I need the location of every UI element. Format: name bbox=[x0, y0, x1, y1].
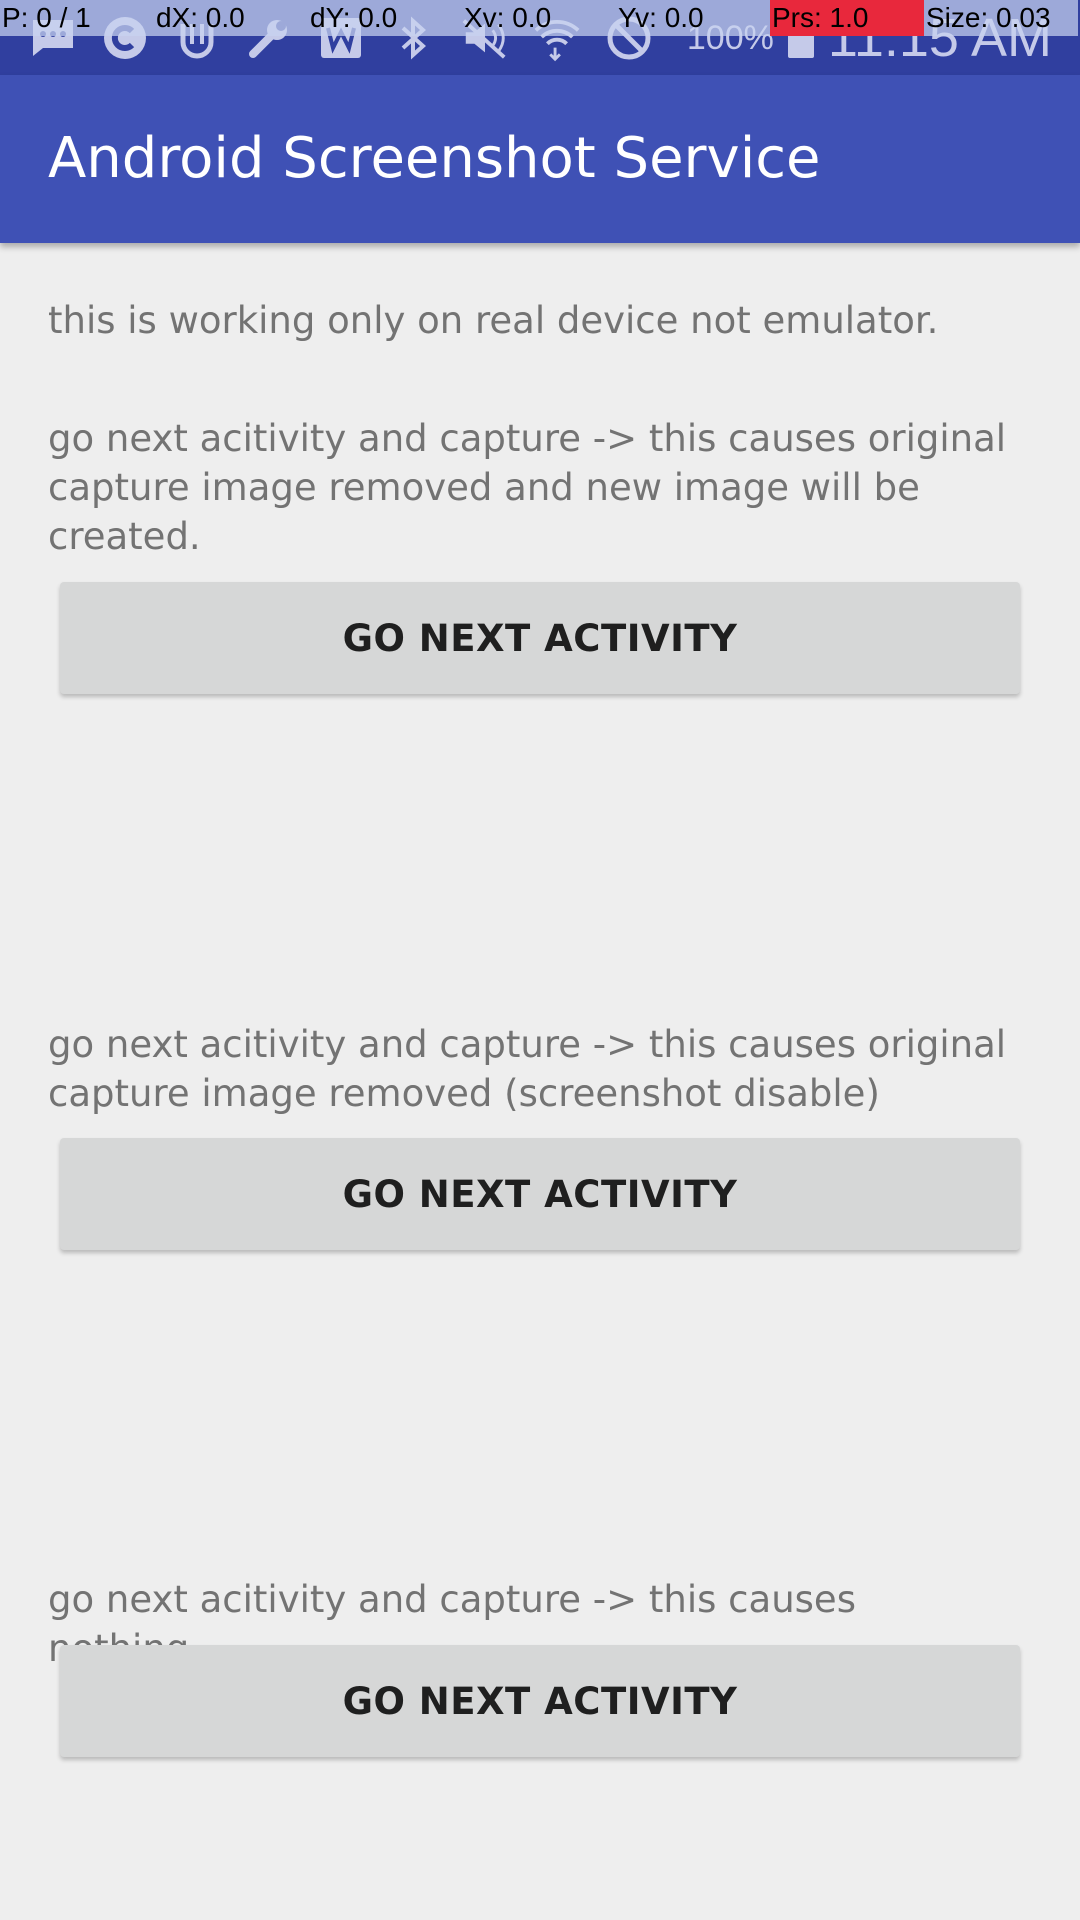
app-title: Android Screenshot Service bbox=[48, 126, 821, 191]
section2-description: go next acitivity and capture -> this ca… bbox=[48, 1023, 1007, 1115]
pointer-pressure: Prs: 1.0 bbox=[770, 0, 924, 36]
pointer-size: Size: 0.03 bbox=[924, 0, 1078, 36]
go-next-activity-button-2[interactable]: GO NEXT ACTIVITY bbox=[60, 1138, 1020, 1250]
go-next-activity-button-1[interactable]: GO NEXT ACTIVITY bbox=[60, 582, 1020, 694]
pointer-count: P: 0 / 1 bbox=[0, 0, 154, 36]
intro-text: this is working only on real device not … bbox=[48, 299, 939, 342]
pointer-location-overlay: P: 0 / 1 dX: 0.0 dY: 0.0 Xv: 0.0 Yv: 0.0… bbox=[0, 0, 1080, 36]
pointer-xv: Xv: 0.0 bbox=[462, 0, 616, 36]
go-next-activity-button-3[interactable]: GO NEXT ACTIVITY bbox=[60, 1645, 1020, 1757]
section1-description: go next acitivity and capture -> this ca… bbox=[48, 417, 1007, 558]
pointer-yv: Yv: 0.0 bbox=[616, 0, 770, 36]
app-bar: Android Screenshot Service bbox=[0, 75, 1080, 243]
pointer-dx: dX: 0.0 bbox=[154, 0, 308, 36]
pointer-dy: dY: 0.0 bbox=[308, 0, 462, 36]
